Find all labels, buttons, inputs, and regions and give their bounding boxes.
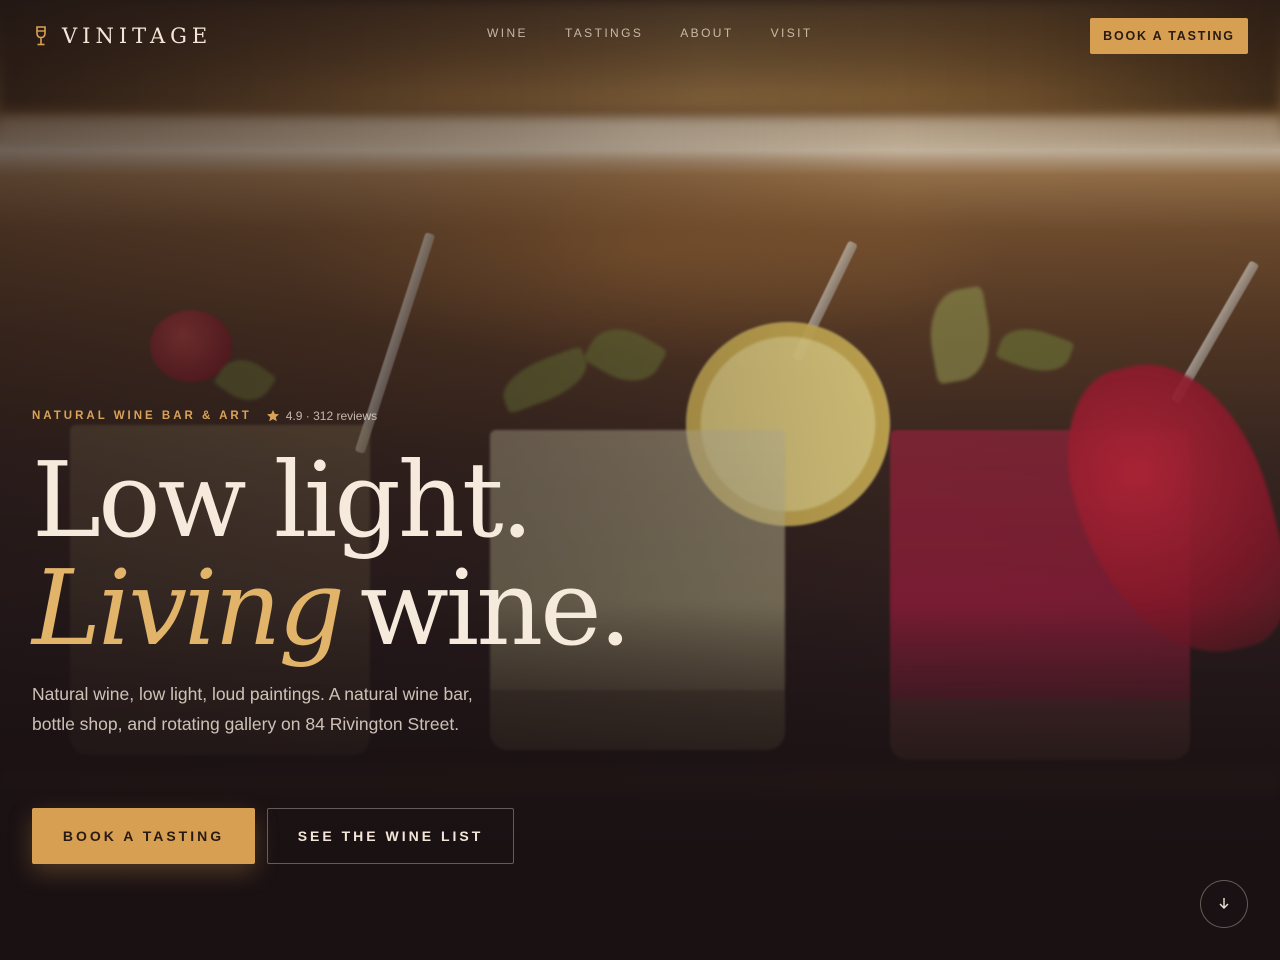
hero-eyebrow: NATURAL WINE BAR & ART 4.9 · 312 reviews xyxy=(32,409,377,423)
arrow-down-icon xyxy=(1217,896,1231,913)
rating-text: 4.9 · 312 reviews xyxy=(285,409,378,423)
scroll-down-button[interactable] xyxy=(1200,880,1248,928)
hero-description: Natural wine, low light, loud paintings.… xyxy=(32,684,473,734)
brand-name: VINITAGE xyxy=(62,24,213,48)
rating-badge: 4.9 · 312 reviews xyxy=(266,409,377,423)
book-tasting-button[interactable]: BOOK A TASTING xyxy=(32,808,255,864)
see-wine-list-button[interactable]: SEE THE WINE LIST xyxy=(267,808,514,864)
header-book-tasting-button[interactable]: BOOK A TASTING xyxy=(1090,18,1248,54)
nav-link-about[interactable]: ABOUT xyxy=(680,26,733,40)
wine-glass-icon xyxy=(32,25,52,47)
hero-tagline: NATURAL WINE BAR & ART xyxy=(32,410,252,422)
nav-link-tastings[interactable]: TASTINGS xyxy=(565,26,643,40)
site-header: VINITAGE WINE TASTINGS ABOUT VISIT BOOK … xyxy=(0,0,1280,72)
headline-accent-word: Living xyxy=(32,547,345,669)
headline-line-2-rest: wine. xyxy=(359,547,632,669)
headline-line-1: Low light. xyxy=(32,439,534,561)
nav-link-wine[interactable]: WINE xyxy=(487,26,528,40)
nav-link-visit[interactable]: VISIT xyxy=(771,26,813,40)
hero-headline: Low light. Living wine. xyxy=(32,439,632,662)
star-icon xyxy=(266,409,280,423)
headline-line-2: Living wine. xyxy=(32,554,632,662)
brand-logo-link[interactable]: VINITAGE xyxy=(32,24,212,48)
main-nav: WINE TASTINGS ABOUT VISIT xyxy=(487,26,813,40)
